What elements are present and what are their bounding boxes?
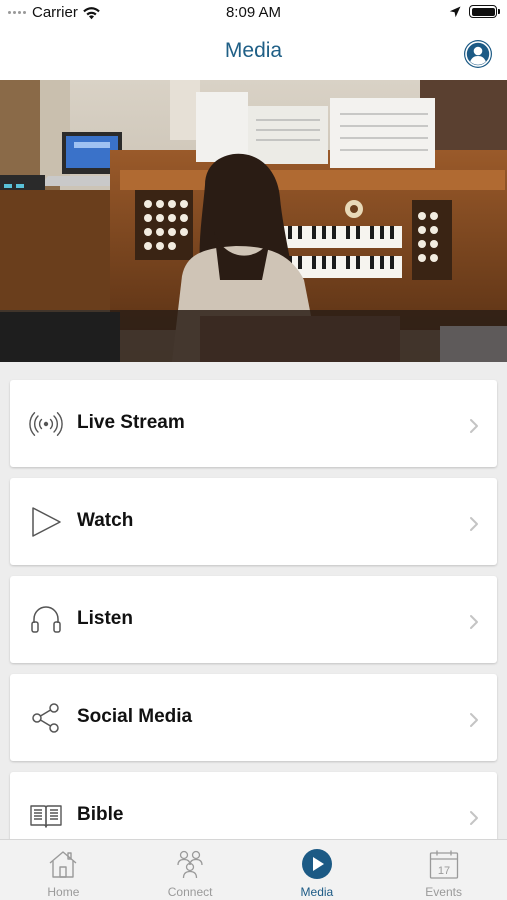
people-icon	[174, 848, 206, 880]
play-outline-icon	[29, 505, 63, 539]
tab-label: Home	[47, 885, 80, 899]
menu-item-watch[interactable]: Watch	[10, 478, 497, 565]
menu-item-live-stream[interactable]: Live Stream	[10, 380, 497, 467]
tab-label: Media	[300, 885, 334, 899]
person-circle-icon	[465, 41, 491, 67]
status-time: 8:09 AM	[225, 4, 282, 21]
status-right	[449, 5, 500, 18]
tab-label: Connect	[167, 885, 213, 899]
broadcast-icon	[29, 407, 63, 441]
menu-item-label: Listen	[77, 608, 133, 629]
status-bar: Carrier 8:09 AM	[0, 0, 507, 26]
tab-media[interactable]: Media	[254, 840, 381, 900]
organ-player-photo	[0, 80, 507, 362]
battery-icon	[469, 5, 500, 18]
headphones-icon	[29, 603, 63, 637]
tab-connect[interactable]: Connect	[127, 840, 254, 900]
chevron-right-icon	[470, 811, 478, 825]
chevron-right-icon	[470, 713, 478, 727]
menu-item-social-media[interactable]: Social Media	[10, 674, 497, 761]
calendar-day: 17	[438, 865, 450, 877]
tab-bar: Home Connect Media 17 Events	[0, 839, 507, 900]
menu-item-label: Bible	[77, 804, 124, 825]
hero-image	[0, 80, 507, 362]
chevron-right-icon	[470, 419, 478, 433]
calendar-icon: 17	[428, 848, 460, 880]
chevron-right-icon	[470, 517, 478, 531]
chevron-right-icon	[470, 615, 478, 629]
menu-list: Live Stream Watch Listen Social Media Bi…	[10, 380, 497, 870]
menu-item-label: Social Media	[77, 706, 193, 727]
nav-bar: Media	[0, 26, 507, 80]
menu-item-label: Live Stream	[77, 412, 185, 433]
book-icon	[29, 799, 63, 833]
profile-button[interactable]	[464, 40, 492, 68]
tab-events[interactable]: 17 Events	[380, 840, 507, 900]
tab-home[interactable]: Home	[0, 840, 127, 900]
menu-item-listen[interactable]: Listen	[10, 576, 497, 663]
play-circle-icon	[301, 848, 333, 880]
tab-label: Events	[425, 885, 462, 899]
menu-item-label: Watch	[77, 510, 134, 531]
page-title: Media	[224, 39, 283, 62]
share-icon	[29, 701, 63, 735]
location-arrow-icon	[449, 6, 461, 17]
home-icon	[47, 848, 79, 880]
